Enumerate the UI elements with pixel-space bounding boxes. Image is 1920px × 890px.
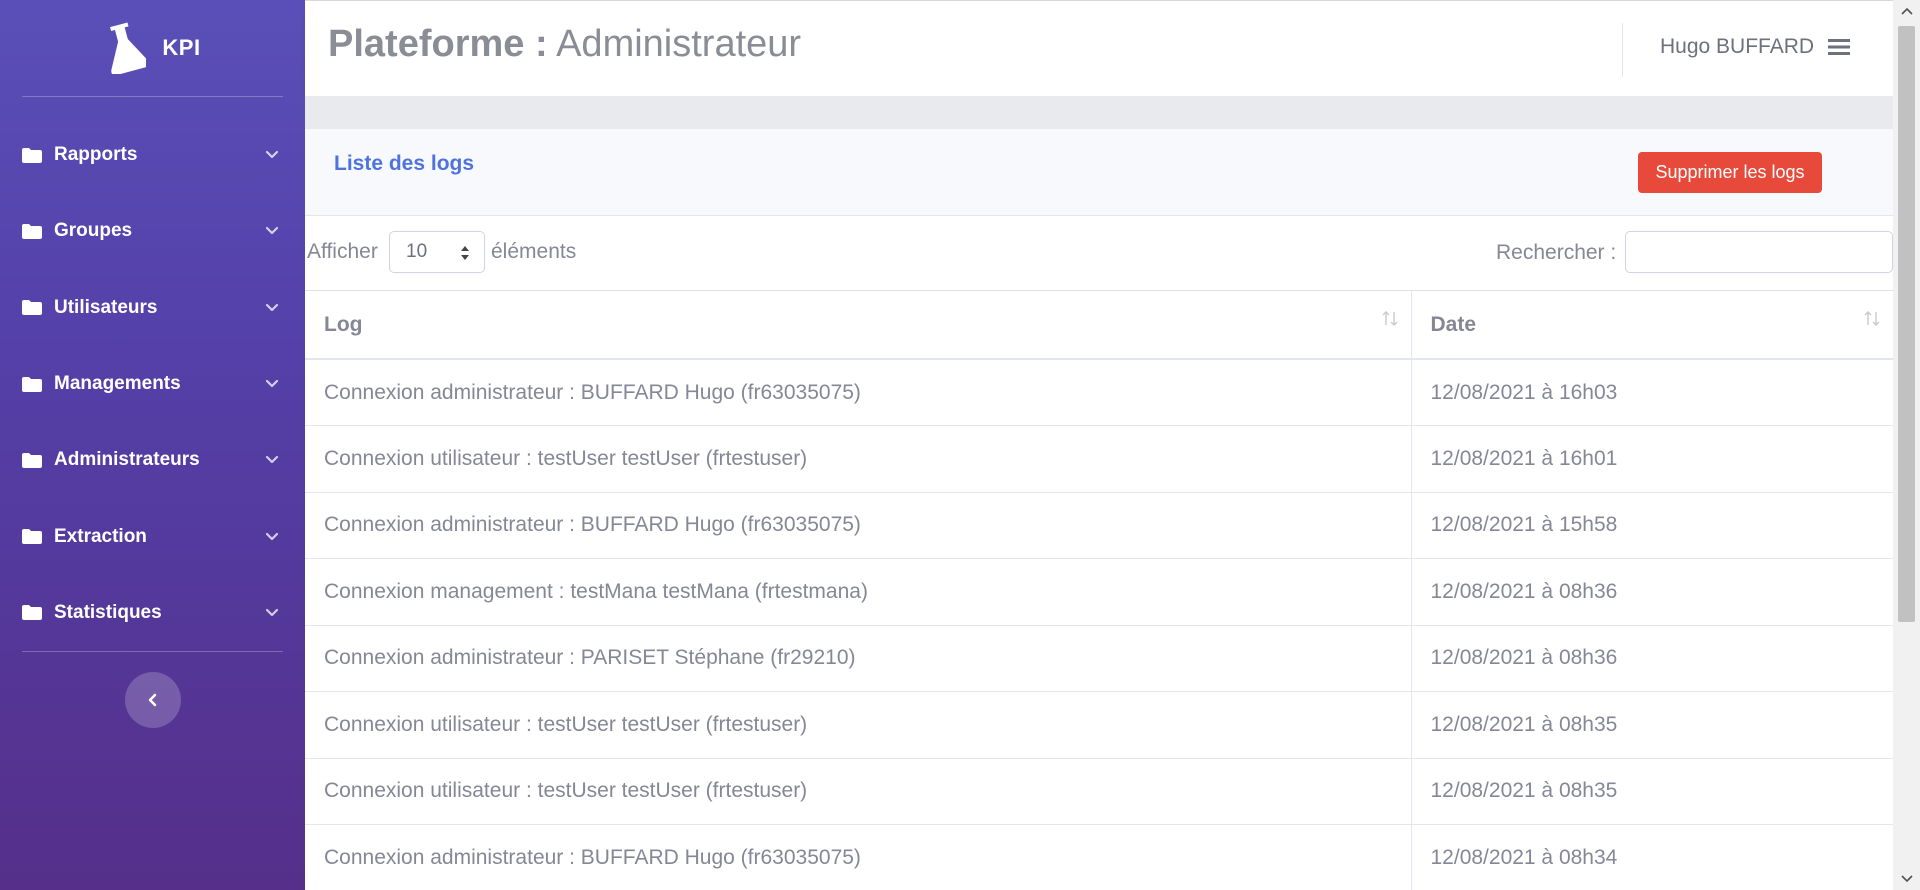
folder-icon — [22, 223, 42, 239]
scrollbar-thumb[interactable] — [1898, 26, 1915, 622]
page-title-rest: Administrateur — [547, 23, 802, 65]
folder-icon — [22, 605, 42, 621]
logs-table: Log Date Connexion administrateur : BUFF… — [305, 291, 1893, 890]
topbar: Plateforme : Administrateur Hugo BUFFARD — [305, 0, 1893, 96]
chevron-down-icon — [265, 151, 279, 159]
chevron-down-icon — [265, 456, 279, 464]
table-row: Connexion administrateur : BUFFARD Hugo … — [305, 358, 1893, 426]
sort-icon — [1864, 311, 1880, 326]
date-cell: 12/08/2021 à 08h35 — [1411, 757, 1893, 825]
scroll-up-arrow[interactable] — [1893, 0, 1920, 22]
folder-icon — [22, 452, 42, 468]
chevron-down-icon — [265, 379, 279, 388]
sidebar-item-label: Rapports — [54, 144, 138, 166]
logs-table-body: Connexion administrateur : BUFFARD Hugo … — [305, 358, 1893, 890]
chevron-down-icon — [265, 227, 279, 235]
log-cell: Connexion utilisateur : testUser testUse… — [305, 691, 1412, 758]
chevron-down-icon — [265, 608, 279, 617]
sidebar-toggle-button[interactable] — [124, 672, 181, 729]
column-header-label: Date — [1430, 312, 1477, 336]
card-title: Liste des logs — [334, 152, 475, 175]
topbar-divider — [1622, 23, 1623, 77]
log-cell: Connexion administrateur : BUFFARD Hugo … — [305, 491, 1412, 559]
sidebar-item-label: Utilisateurs — [54, 296, 158, 318]
log-cell: Connexion administrateur : PARISET Stéph… — [305, 624, 1412, 692]
log-cell: Connexion management : testMana testMana… — [305, 558, 1412, 625]
chevron-down-icon — [265, 303, 279, 311]
table-row: Connexion utilisateur : testUser testUse… — [305, 757, 1893, 825]
flask-icon — [110, 22, 147, 74]
date-cell: 12/08/2021 à 15h58 — [1411, 491, 1893, 559]
folder-icon — [22, 300, 42, 316]
table-row: Connexion administrateur : BUFFARD Hugo … — [305, 824, 1893, 890]
delete-logs-button[interactable]: Supprimer les logs — [1638, 152, 1822, 193]
user-name: Hugo BUFFARD — [1660, 35, 1815, 58]
sidebar-item-administrateurs[interactable]: Administrateurs — [0, 422, 305, 498]
select-arrows-icon — [461, 246, 469, 260]
card-header: Liste des logs Supprimer les logs — [305, 129, 1893, 216]
sidebar-item-managements[interactable]: Managements — [0, 346, 305, 422]
table-row: Connexion administrateur : PARISET Stéph… — [305, 624, 1893, 692]
scroll-down-arrow[interactable] — [1893, 868, 1920, 890]
content-spacer — [305, 96, 1893, 129]
chevron-down-icon — [265, 532, 279, 540]
page-title: Plateforme : Administrateur — [328, 23, 801, 66]
page-length-select[interactable]: 10 — [389, 231, 485, 273]
chevron-left-icon — [148, 693, 156, 707]
table-row: Connexion administrateur : BUFFARD Hugo … — [305, 491, 1893, 559]
sidebar-item-rapports[interactable]: Rapports — [0, 117, 305, 193]
date-cell: 12/08/2021 à 08h34 — [1411, 824, 1893, 890]
table-header-row: Log Date — [305, 291, 1893, 360]
folder-icon — [22, 376, 42, 392]
date-cell: 12/08/2021 à 16h01 — [1411, 425, 1893, 492]
sidebar: KPI Rapports Groupes Utilisateurs Managemen… — [0, 0, 305, 890]
table-controls: Afficher 10 éléments Rechercher : — [305, 216, 1893, 291]
page-length-value: 10 — [406, 241, 428, 262]
date-cell: 12/08/2021 à 16h03 — [1411, 358, 1893, 426]
log-cell: Connexion administrateur : BUFFARD Hugo … — [305, 824, 1412, 890]
column-header-log[interactable]: Log — [305, 291, 1412, 360]
folder-icon — [22, 147, 42, 163]
page-title-bold: Plateforme : — [328, 23, 548, 65]
length-suffix: éléments — [491, 240, 577, 263]
column-header-label: Log — [324, 312, 363, 336]
sidebar-item-label: Extraction — [54, 525, 147, 547]
page-scrollbar[interactable] — [1893, 0, 1920, 890]
search-input[interactable] — [1625, 231, 1893, 273]
sidebar-item-groupes[interactable]: Groupes — [0, 193, 305, 269]
sidebar-item-label: Administrateurs — [54, 449, 200, 471]
sort-icon — [1382, 311, 1397, 326]
brand[interactable]: KPI — [0, 0, 305, 96]
sidebar-item-extraction[interactable]: Extraction — [0, 498, 305, 574]
log-cell: Connexion utilisateur : testUser testUse… — [305, 757, 1412, 825]
user-menu[interactable]: Hugo BUFFARD — [1660, 35, 1851, 59]
logs-card: Liste des logs Supprimer les logs Affich… — [305, 129, 1893, 890]
sidebar-item-label: Managements — [54, 373, 181, 395]
table-row: Connexion management : testMana testMana… — [305, 558, 1893, 625]
search-label: Rechercher : — [1496, 241, 1617, 264]
brand-name: KPI — [162, 35, 201, 60]
sidebar-item-label: Groupes — [54, 220, 133, 242]
chevron-down-icon — [1900, 875, 1913, 883]
date-cell: 12/08/2021 à 08h36 — [1411, 558, 1893, 625]
sidebar-nav: Rapports Groupes Utilisateurs Managements Ad… — [0, 97, 305, 651]
length-label: Afficher — [307, 240, 378, 263]
chevron-up-icon — [1900, 7, 1913, 15]
date-cell: 12/08/2021 à 08h35 — [1411, 691, 1893, 758]
date-cell: 12/08/2021 à 08h36 — [1411, 624, 1893, 692]
log-cell: Connexion utilisateur : testUser testUse… — [305, 425, 1412, 492]
table-row: Connexion utilisateur : testUser testUse… — [305, 425, 1893, 492]
folder-icon — [22, 529, 42, 545]
log-cell: Connexion administrateur : BUFFARD Hugo … — [305, 358, 1412, 426]
sidebar-item-label: Statistiques — [54, 601, 162, 623]
sidebar-item-utilisateurs[interactable]: Utilisateurs — [0, 270, 305, 346]
sidebar-item-statistiques[interactable]: Statistiques — [0, 575, 305, 651]
table-row: Connexion utilisateur : testUser testUse… — [305, 691, 1893, 758]
bars-icon — [1828, 39, 1851, 55]
column-header-date[interactable]: Date — [1411, 291, 1893, 360]
